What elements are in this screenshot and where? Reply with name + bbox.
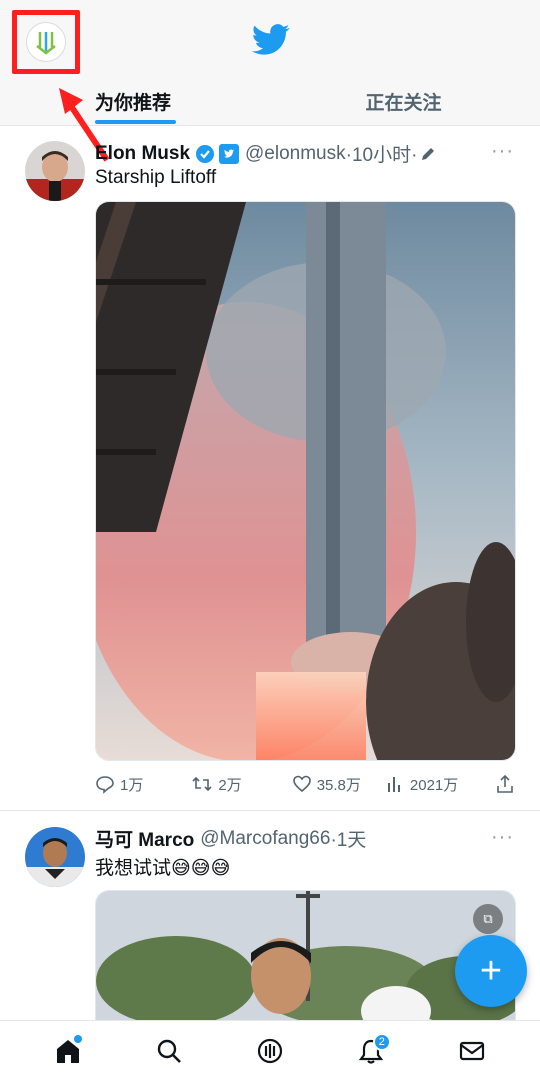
more-options-icon[interactable]: ··· [491, 826, 514, 849]
messages-icon [459, 1041, 484, 1060]
search-icon [157, 1039, 182, 1063]
author-handle[interactable]: @Marcofang66 [200, 828, 330, 850]
compose-tweet-button[interactable]: + [455, 935, 527, 1007]
tweet-time: ·1天 [330, 830, 367, 851]
nav-home[interactable] [50, 1033, 86, 1069]
tweet-header: 马可 Marco @Marcofang66 ·1天 [95, 825, 366, 852]
bottom-navigation: 2 [0, 1020, 540, 1080]
notifications-count-badge: 2 [372, 1032, 391, 1051]
nav-messages[interactable] [454, 1033, 490, 1069]
avatar[interactable] [25, 827, 85, 887]
media-badge-icon[interactable]: ⧉ [473, 904, 503, 934]
nav-notifications[interactable]: 2 [353, 1032, 391, 1069]
home-unread-dot [74, 1034, 83, 1043]
tweet-text: 我想试试😅😅😅 [95, 858, 231, 879]
plus-icon: + [479, 949, 503, 992]
author-name[interactable]: 马可 Marco [95, 825, 194, 852]
tweet-card[interactable]: 马可 Marco @Marcofang66 ·1天 ··· 我想试试😅😅😅 [0, 0, 540, 1030]
nav-search[interactable] [151, 1033, 187, 1069]
nav-spaces[interactable] [252, 1033, 288, 1069]
spaces-icon [257, 1038, 283, 1063]
tweet-media-image[interactable] [95, 890, 516, 1030]
